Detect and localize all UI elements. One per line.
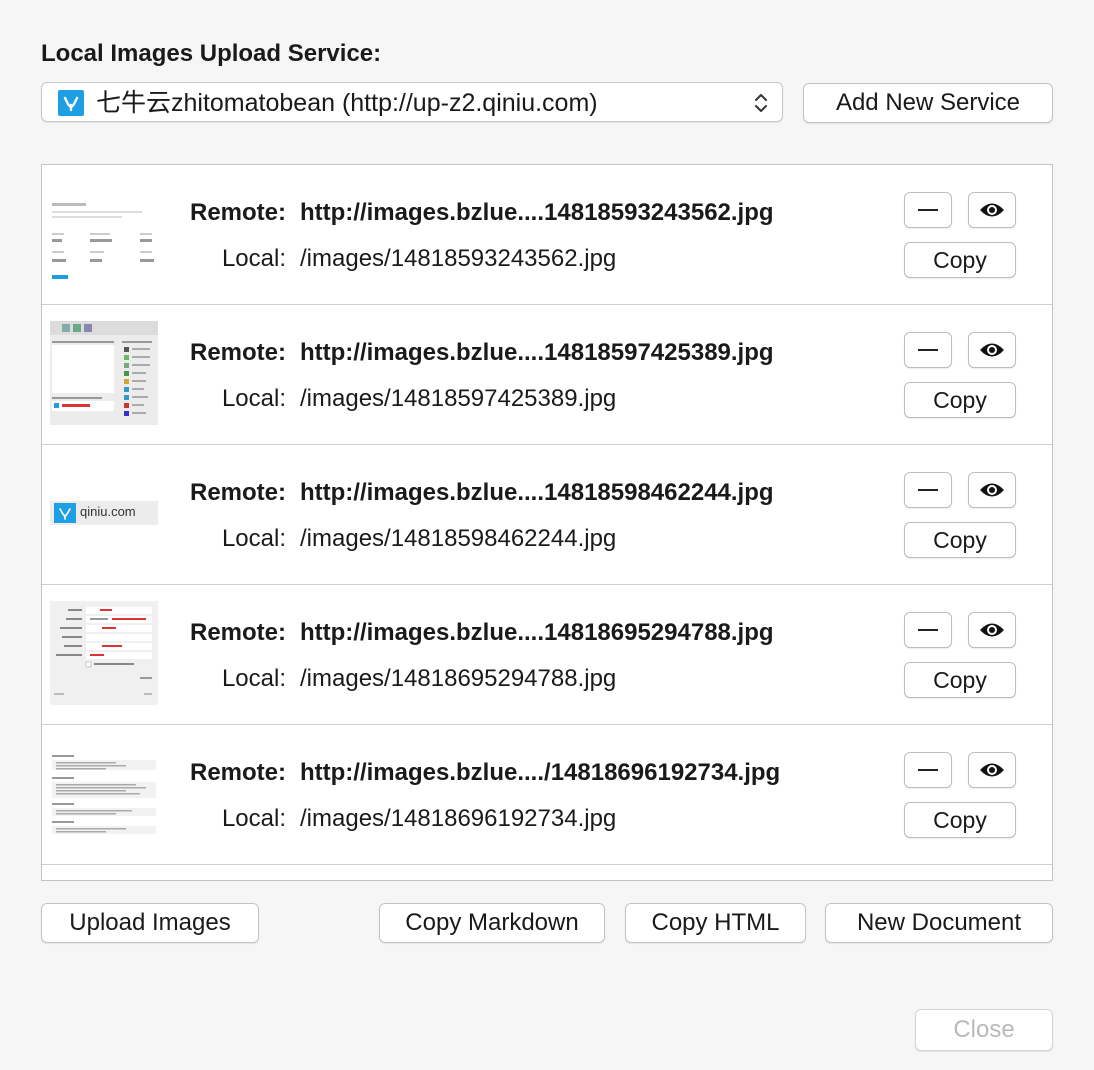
copy-html-button[interactable]: Copy HTML [625,903,806,943]
remove-button[interactable] [904,612,952,648]
remote-label: Remote: [189,339,286,366]
remote-label: Remote: [189,479,286,506]
close-button[interactable]: Close [915,1009,1053,1051]
image-thumbnail[interactable]: qiniu.com [50,461,158,565]
preview-button[interactable] [968,752,1016,788]
up-down-chevron-icon [752,90,770,116]
list-item: Remote: http://images.bzlue....148185932… [42,165,1052,305]
local-path: /images/14818695294788.jpg [300,665,617,692]
image-thumbnail[interactable] [50,601,158,705]
local-path: /images/14818598462244.jpg [300,525,617,552]
minus-icon [918,629,938,631]
preview-button[interactable] [968,472,1016,508]
remote-url: http://images.bzlue....14818593243562.jp… [300,199,774,226]
remote-url: http://images.bzlue....14818597425389.jp… [300,339,774,366]
image-thumbnail[interactable] [50,741,158,845]
preview-button[interactable] [968,612,1016,648]
section-title: Local Images Upload Service: [41,40,382,67]
qiniu-logo-icon [58,90,84,116]
remote-url: http://images.bzlue....14818598462244.jp… [300,479,774,506]
minus-icon [918,209,938,211]
service-select[interactable]: 七牛云zhitomatobean (http://up-z2.qiniu.com… [41,82,783,122]
copy-button[interactable]: Copy [904,382,1016,418]
copy-button[interactable]: Copy [904,242,1016,278]
minus-icon [918,349,938,351]
local-label: Local: [221,525,286,552]
minus-icon [918,489,938,491]
eye-icon [980,623,1004,637]
copy-button[interactable]: Copy [904,522,1016,558]
local-label: Local: [221,665,286,692]
upload-images-button[interactable]: Upload Images [41,903,259,943]
remove-button[interactable] [904,192,952,228]
preview-button[interactable] [968,332,1016,368]
list-item: Remote: http://images.bzlue....148186952… [42,585,1052,725]
list-item: Remote: http://images.bzlue....148185974… [42,305,1052,445]
add-new-service-button[interactable]: Add New Service [803,83,1053,123]
remote-url: http://images.bzlue....14818695294788.jp… [300,619,774,646]
image-thumbnail[interactable] [50,321,158,425]
image-list[interactable]: Remote: http://images.bzlue....148185932… [41,164,1053,881]
copy-markdown-button[interactable]: Copy Markdown [379,903,605,943]
remove-button[interactable] [904,472,952,508]
copy-button[interactable]: Copy [904,662,1016,698]
eye-icon [980,343,1004,357]
list-item-partial [42,865,1052,880]
list-item: qiniu.com Remote: http://images.bzlue...… [42,445,1052,585]
new-document-button[interactable]: New Document [825,903,1053,943]
copy-button[interactable]: Copy [904,802,1016,838]
local-path: /images/14818593243562.jpg [300,245,617,272]
preview-button[interactable] [968,192,1016,228]
local-path: /images/14818696192734.jpg [300,805,617,832]
image-thumbnail[interactable] [50,181,158,285]
remove-button[interactable] [904,752,952,788]
eye-icon [980,203,1004,217]
local-label: Local: [221,245,286,272]
local-label: Local: [221,805,286,832]
remote-label: Remote: [189,759,286,786]
remote-label: Remote: [189,199,286,226]
minus-icon [918,769,938,771]
thumbnail-caption: qiniu.com [80,504,136,519]
remote-url: http://images.bzlue..../14818696192734.j… [300,759,781,786]
list-item: Remote: http://images.bzlue..../14818696… [42,725,1052,865]
service-select-value: 七牛云zhitomatobean (http://up-z2.qiniu.com… [96,89,598,117]
eye-icon [980,483,1004,497]
remove-button[interactable] [904,332,952,368]
remote-label: Remote: [189,619,286,646]
local-path: /images/14818597425389.jpg [300,385,617,412]
eye-icon [980,763,1004,777]
local-label: Local: [221,385,286,412]
